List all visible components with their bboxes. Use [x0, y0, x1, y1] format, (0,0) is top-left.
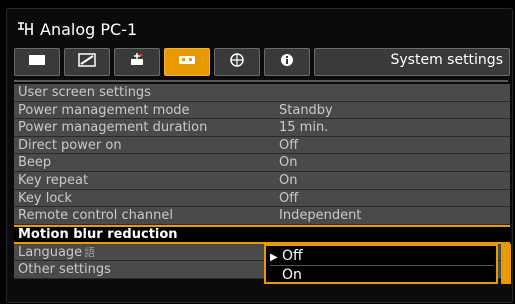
- network-icon: [227, 52, 247, 72]
- menu-value: On: [279, 155, 298, 171]
- menu-label: Remote control channel: [18, 208, 173, 224]
- menu-row-power-duration[interactable]: Power management duration 15 min.: [14, 119, 510, 137]
- info-icon: [277, 52, 297, 72]
- menu-label: Other settings: [18, 262, 111, 278]
- menu-label: Beep: [18, 155, 52, 171]
- section-title: System settings: [390, 52, 504, 68]
- menu-value: Independent: [279, 208, 362, 224]
- picture-icon: [27, 52, 47, 72]
- installation-icon: [127, 52, 147, 72]
- menu-label: Direct power on: [18, 137, 122, 153]
- menu-label: Power management duration: [18, 120, 208, 136]
- menu-label: Language 語: [18, 244, 96, 260]
- menu-row-power-mode[interactable]: Power management mode Standby: [14, 101, 510, 120]
- language-icon: 語: [84, 245, 96, 259]
- projector-osd: Analog PC-1 System settings User screen …: [0, 0, 515, 304]
- menu-label: Key repeat: [18, 172, 89, 188]
- menu-row-direct-power[interactable]: Direct power on Off: [14, 136, 510, 155]
- menu-row-key-repeat[interactable]: Key repeat On: [14, 171, 510, 190]
- divider: [14, 80, 508, 82]
- input-source-title: Analog PC-1: [40, 19, 138, 39]
- projector-input-icon: [16, 21, 34, 37]
- menu-row-beep[interactable]: Beep On: [14, 154, 510, 172]
- menu-label: Motion blur reduction: [18, 226, 178, 242]
- menu-row-user-screen[interactable]: User screen settings: [14, 84, 510, 102]
- tab-information[interactable]: [264, 48, 310, 76]
- tab-image-adjust[interactable]: [64, 48, 110, 76]
- option-on[interactable]: On: [270, 265, 494, 284]
- title-bar: Analog PC-1: [16, 16, 137, 42]
- menu-value: Standby: [279, 102, 333, 118]
- tab-network[interactable]: [214, 48, 260, 76]
- menu-label: Key lock: [18, 190, 72, 206]
- menu-label: Power management mode: [18, 102, 190, 118]
- tab-install[interactable]: [114, 48, 160, 76]
- menu-value: Off: [279, 137, 299, 153]
- menu-row-motion-blur[interactable]: Motion blur reduction: [14, 224, 510, 244]
- image-adjust-icon: [77, 52, 97, 72]
- motion-blur-dropdown[interactable]: ▶ Off On: [264, 244, 498, 284]
- menu-value: Off: [279, 190, 299, 206]
- menu-value: On: [279, 172, 298, 188]
- selection-edge-accent: [501, 244, 511, 284]
- menu-label: User screen settings: [18, 85, 151, 100]
- system-settings-icon: [177, 52, 197, 72]
- option-off[interactable]: ▶ Off: [270, 247, 494, 265]
- tab-system-settings[interactable]: [164, 48, 210, 76]
- tab-picture[interactable]: [14, 48, 60, 76]
- menu-row-remote-channel[interactable]: Remote control channel Independent: [14, 207, 510, 225]
- menu-value: 15 min.: [279, 120, 329, 136]
- menu-row-key-lock[interactable]: Key lock Off: [14, 189, 510, 208]
